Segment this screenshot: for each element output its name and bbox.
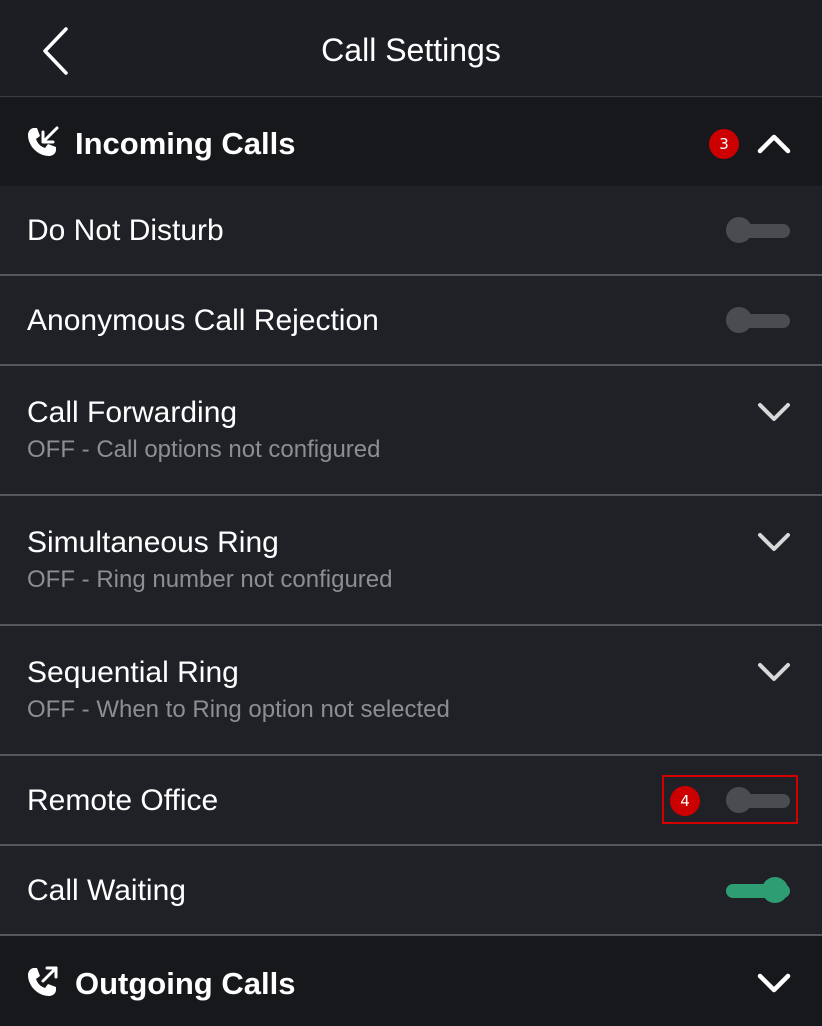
- chevron-down-icon[interactable]: [757, 972, 791, 994]
- incoming-call-icon: [28, 126, 59, 156]
- row-title: Call Waiting: [27, 874, 186, 907]
- row-simultaneous-ring[interactable]: Simultaneous Ring OFF - Ring number not …: [0, 496, 822, 626]
- row-do-not-disturb: Do Not Disturb: [0, 186, 822, 276]
- section-header-outgoing[interactable]: Outgoing Calls: [0, 936, 822, 1026]
- chevron-up-icon[interactable]: [757, 132, 791, 154]
- row-sequential-ring[interactable]: Sequential Ring OFF - When to Ring optio…: [0, 626, 822, 756]
- row-title: Do Not Disturb: [27, 214, 224, 247]
- call-waiting-toggle[interactable]: [726, 877, 790, 903]
- row-call-waiting: Call Waiting: [0, 846, 822, 936]
- row-title: Anonymous Call Rejection: [27, 304, 379, 337]
- row-title: Simultaneous Ring: [27, 526, 279, 559]
- top-bar: Call Settings: [0, 0, 822, 97]
- page-title: Call Settings: [321, 32, 501, 68]
- step-badge-3: 3: [709, 129, 739, 159]
- row-title: Sequential Ring: [27, 656, 239, 689]
- highlight-box: [662, 775, 798, 824]
- chevron-down-icon[interactable]: [757, 401, 791, 423]
- section-title-outgoing: Outgoing Calls: [75, 966, 296, 1001]
- row-subtitle: OFF - Call options not configured: [27, 436, 381, 463]
- section-title-incoming: Incoming Calls: [75, 126, 296, 161]
- row-subtitle: OFF - When to Ring option not selected: [27, 696, 450, 723]
- anonymous-call-rejection-toggle[interactable]: [726, 307, 790, 333]
- chevron-down-icon[interactable]: [757, 661, 791, 683]
- row-anonymous-call-rejection: Anonymous Call Rejection: [0, 276, 822, 366]
- outgoing-call-icon: [28, 966, 58, 996]
- do-not-disturb-toggle[interactable]: [726, 217, 790, 243]
- chevron-down-icon[interactable]: [757, 531, 791, 553]
- row-call-forwarding[interactable]: Call Forwarding OFF - Call options not c…: [0, 366, 822, 496]
- row-title: Remote Office: [27, 784, 219, 817]
- row-title: Call Forwarding: [27, 396, 238, 429]
- row-subtitle: OFF - Ring number not configured: [27, 566, 393, 593]
- section-header-incoming[interactable]: Incoming Calls 3: [0, 98, 822, 186]
